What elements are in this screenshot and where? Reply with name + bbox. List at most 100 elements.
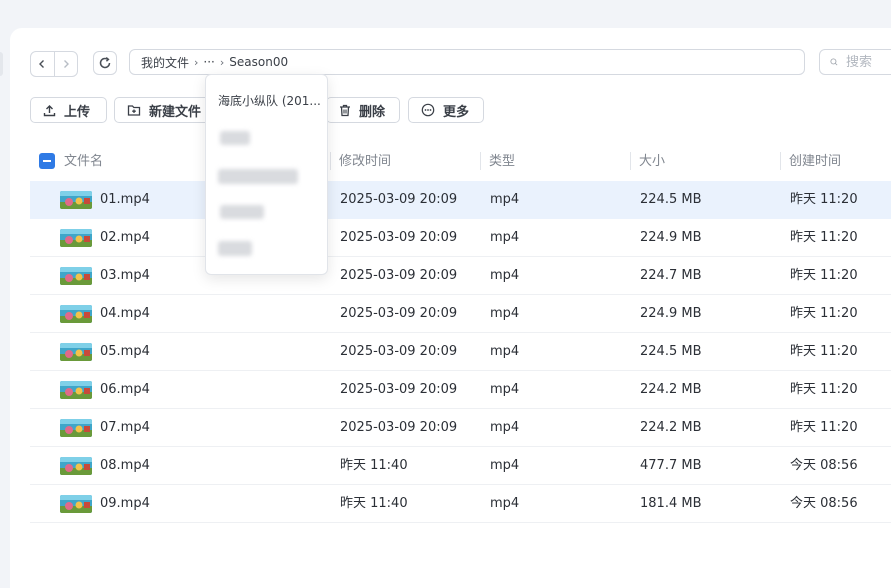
blurred-item[interactable] xyxy=(218,241,252,256)
column-header-type[interactable]: 类型 xyxy=(489,143,515,180)
more-button[interactable]: 更多 xyxy=(408,97,484,123)
table-row[interactable]: 01.mp4 2025-03-09 20:09 mp4 224.5 MB 昨天 11:2… xyxy=(30,181,891,219)
chevron-right-icon xyxy=(63,60,69,68)
table-row[interactable]: 02.mp4 2025-03-09 20:09 mp4 224.9 MB 昨天 11:2… xyxy=(30,219,891,257)
file-name[interactable]: 06.mp4 xyxy=(100,371,150,408)
table-row[interactable]: 08.mp4 昨天 11:40 mp4 477.7 MB 今天 08:56 xyxy=(30,447,891,485)
file-size: 477.7 MB xyxy=(640,458,702,473)
chevron-right-icon: › xyxy=(219,55,225,69)
file-size: 224.9 MB xyxy=(640,230,702,245)
search-input[interactable] xyxy=(844,53,891,71)
forward-button[interactable] xyxy=(55,52,78,76)
blurred-item[interactable] xyxy=(220,131,250,145)
file-type: mp4 xyxy=(490,268,520,283)
file-modified: 2025-03-09 20:09 xyxy=(340,192,458,207)
file-type: mp4 xyxy=(490,496,520,511)
video-thumbnail xyxy=(60,229,92,247)
new-folder-icon xyxy=(127,104,141,117)
table-row[interactable]: 05.mp4 2025-03-09 20:09 mp4 224.5 MB 昨天 11:2… xyxy=(30,333,891,371)
trash-icon xyxy=(339,104,351,117)
upload-button[interactable]: 上传 xyxy=(30,97,107,123)
file-modified: 2025-03-09 20:09 xyxy=(340,420,458,435)
refresh-button[interactable] xyxy=(93,51,117,75)
breadcrumb-ellipsis[interactable]: ··· xyxy=(203,55,214,69)
chevron-left-icon xyxy=(39,60,45,68)
file-type: mp4 xyxy=(490,230,520,245)
file-name[interactable]: 05.mp4 xyxy=(100,333,150,370)
file-created: 昨天 11:20 xyxy=(790,230,858,245)
file-created: 今天 08:56 xyxy=(790,458,858,473)
table-row[interactable]: 09.mp4 昨天 11:40 mp4 181.4 MB 今天 08:56 xyxy=(30,485,891,523)
video-thumbnail xyxy=(60,457,92,475)
table-row[interactable]: 06.mp4 2025-03-09 20:09 mp4 224.2 MB 昨天 11:2… xyxy=(30,371,891,409)
search-icon xyxy=(830,58,838,66)
file-created: 昨天 11:20 xyxy=(790,344,858,359)
chevron-right-icon: › xyxy=(194,55,199,69)
file-size: 224.5 MB xyxy=(640,192,702,207)
video-thumbnail xyxy=(60,495,92,513)
file-type: mp4 xyxy=(490,344,520,359)
sidebar-edge xyxy=(0,52,3,76)
file-name[interactable]: 08.mp4 xyxy=(100,447,150,484)
search-box xyxy=(819,49,891,75)
back-button[interactable] xyxy=(31,52,54,76)
new-folder-button[interactable]: 新建文件 xyxy=(114,97,212,123)
file-created: 今天 08:56 xyxy=(790,496,858,511)
file-created: 昨天 11:20 xyxy=(790,420,858,435)
video-thumbnail xyxy=(60,267,92,285)
video-thumbnail xyxy=(60,305,92,323)
file-type: mp4 xyxy=(490,420,520,435)
more-label: 更多 xyxy=(443,104,470,120)
blurred-item[interactable] xyxy=(218,169,298,184)
file-created: 昨天 11:20 xyxy=(790,192,858,207)
history-nav xyxy=(30,51,78,77)
column-header-name[interactable]: 文件名 xyxy=(64,143,103,180)
file-type: mp4 xyxy=(490,306,520,321)
file-type: mp4 xyxy=(490,382,520,397)
table-row[interactable]: 07.mp4 2025-03-09 20:09 mp4 224.2 MB 昨天 11:2… xyxy=(30,409,891,447)
dropdown-item[interactable]: 海底小纵队 (201... xyxy=(218,92,321,109)
breadcrumb: 我的文件 › ··· › Season00 xyxy=(129,49,805,75)
column-header-size[interactable]: 大小 xyxy=(639,143,665,180)
video-thumbnail xyxy=(60,419,92,437)
file-size: 224.7 MB xyxy=(640,268,702,283)
delete-label: 删除 xyxy=(359,104,386,120)
file-name[interactable]: 07.mp4 xyxy=(100,409,150,446)
select-all-checkbox[interactable] xyxy=(39,153,55,169)
new-folder-label: 新建文件 xyxy=(149,104,202,120)
table-row[interactable]: 03.mp4 2025-03-09 20:09 mp4 224.7 MB 昨天 11:2… xyxy=(30,257,891,295)
column-header-modified[interactable]: 修改时间 xyxy=(339,143,391,180)
file-size: 224.2 MB xyxy=(640,382,702,397)
refresh-icon xyxy=(99,57,111,69)
breadcrumb-dropdown: 海底小纵队 (201... xyxy=(205,74,328,275)
file-size: 181.4 MB xyxy=(640,496,702,511)
file-name[interactable]: 02.mp4 xyxy=(100,219,150,256)
file-name[interactable]: 09.mp4 xyxy=(100,485,150,522)
video-thumbnail xyxy=(60,381,92,399)
file-type: mp4 xyxy=(490,458,520,473)
file-modified: 2025-03-09 20:09 xyxy=(340,268,458,283)
file-size: 224.5 MB xyxy=(640,344,702,359)
file-name[interactable]: 04.mp4 xyxy=(100,295,150,332)
video-thumbnail xyxy=(60,343,92,361)
column-header-created[interactable]: 创建时间 xyxy=(789,143,841,180)
upload-icon xyxy=(43,104,56,117)
breadcrumb-current[interactable]: Season00 xyxy=(229,55,288,69)
file-created: 昨天 11:20 xyxy=(790,268,858,283)
file-type: mp4 xyxy=(490,192,520,207)
delete-button[interactable]: 删除 xyxy=(326,97,400,123)
file-created: 昨天 11:20 xyxy=(790,306,858,321)
file-created: 昨天 11:20 xyxy=(790,382,858,397)
file-modified: 2025-03-09 20:09 xyxy=(340,230,458,245)
table-row[interactable]: 04.mp4 2025-03-09 20:09 mp4 224.9 MB 昨天 11:2… xyxy=(30,295,891,333)
file-modified: 2025-03-09 20:09 xyxy=(340,306,458,321)
file-modified: 昨天 11:40 xyxy=(340,496,408,511)
blurred-item[interactable] xyxy=(220,205,264,219)
file-modified: 2025-03-09 20:09 xyxy=(340,382,458,397)
breadcrumb-root[interactable]: 我的文件 xyxy=(141,54,189,71)
file-size: 224.2 MB xyxy=(640,420,702,435)
more-icon xyxy=(421,103,435,117)
table-header: 文件名 修改时间 类型 大小 创建时间 xyxy=(30,143,891,180)
file-name[interactable]: 03.mp4 xyxy=(100,257,150,294)
file-name[interactable]: 01.mp4 xyxy=(100,181,150,218)
